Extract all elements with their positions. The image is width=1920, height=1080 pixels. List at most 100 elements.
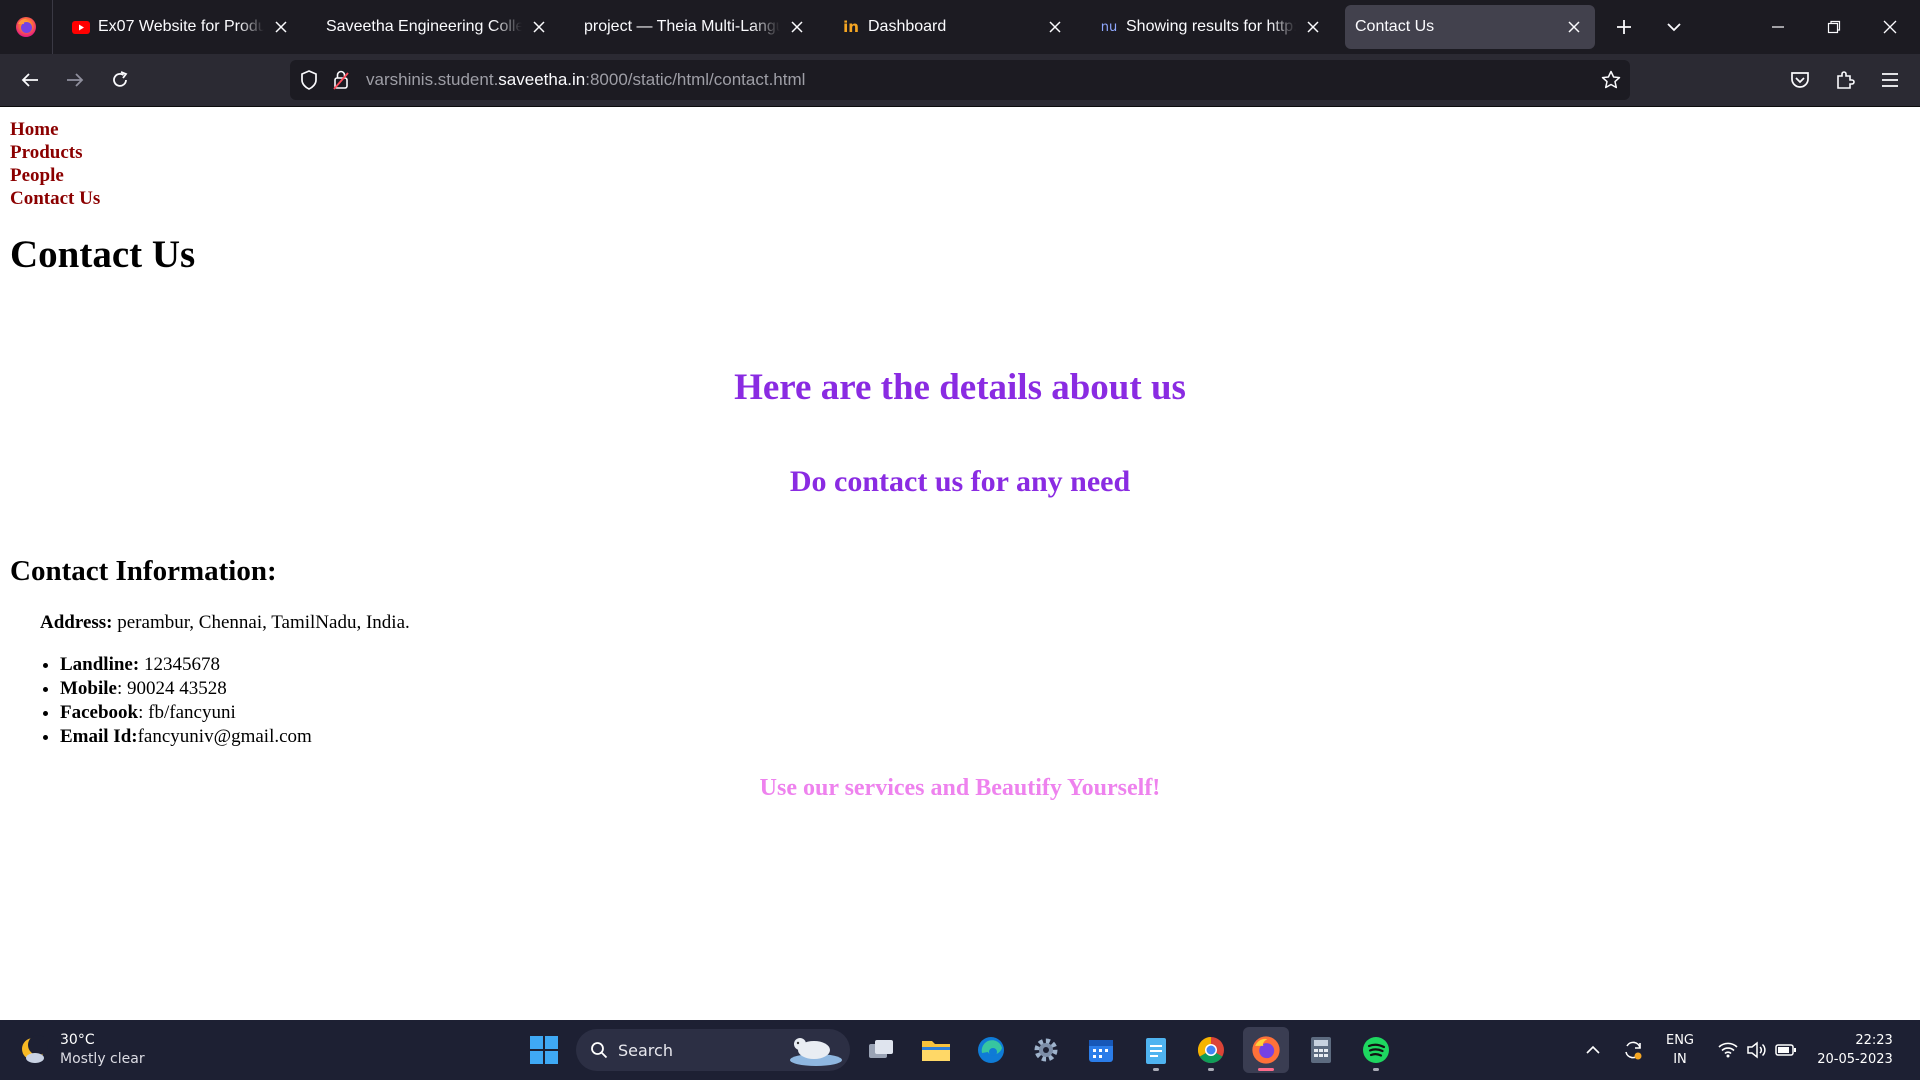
wifi-icon	[1718, 1042, 1738, 1058]
firefox-view-button[interactable]	[0, 0, 52, 54]
facebook-label: Facebook	[60, 702, 139, 723]
web-page: Home Products People Contact Us Contact …	[0, 107, 1920, 1020]
language-indicator[interactable]: ENG IN	[1656, 1020, 1704, 1080]
forward-button[interactable]	[57, 62, 93, 98]
search-label: Search	[618, 1040, 673, 1060]
list-item-email: Email Id:fancyuniv@gmail.com	[60, 725, 312, 749]
youtube-icon	[72, 18, 90, 36]
calculator-button[interactable]	[1298, 1027, 1344, 1073]
contact-subheading: Do contact us for any need	[789, 465, 1131, 498]
close-window-button[interactable]	[1862, 0, 1918, 54]
calculator-icon	[1311, 1037, 1331, 1063]
address-value: perambur, Chennai, TamilNadu, India.	[112, 612, 410, 633]
puzzle-icon	[1837, 71, 1855, 89]
weather-condition: Mostly clear	[60, 1051, 145, 1067]
landline-value: 12345678	[139, 654, 220, 675]
reload-button[interactable]	[102, 62, 138, 98]
back-button[interactable]	[12, 62, 48, 98]
mobile-label: Mobile	[60, 678, 117, 699]
settings-button[interactable]	[1023, 1027, 1069, 1073]
sync-status-button[interactable]	[1618, 1020, 1648, 1080]
contact-list: Landline: 12345678 Mobile: 90024 43528 F…	[60, 653, 312, 749]
tagline: Use our services and Beautify Yourself!	[759, 775, 1161, 801]
plus-icon	[1617, 20, 1631, 34]
hamburger-menu-icon	[1882, 73, 1898, 87]
minimize-icon	[1772, 26, 1784, 28]
tab-title: Contact Us	[1355, 18, 1435, 35]
battery-status[interactable]	[1772, 1020, 1800, 1080]
tab-title: Saveetha Engineering College	[326, 18, 522, 35]
battery-icon	[1775, 1044, 1796, 1056]
windows-logo-icon	[530, 1036, 558, 1064]
landline-label: Landline:	[60, 654, 140, 675]
notepad-button[interactable]	[1133, 1027, 1179, 1073]
wifi-status[interactable]	[1714, 1020, 1742, 1080]
tab-theia[interactable]: project — Theia Multi-Language	[574, 5, 818, 49]
close-icon[interactable]	[270, 16, 292, 38]
active-indicator	[1258, 1068, 1274, 1071]
tab-youtube[interactable]: Ex07 Website for Product Development	[62, 5, 302, 49]
nav-link-home[interactable]: Home	[10, 118, 100, 141]
bookmark-star-icon[interactable]	[1596, 60, 1626, 100]
nu-icon: nu	[1100, 19, 1118, 35]
tab-search-results[interactable]: nu Showing results for http://varshinis	[1090, 5, 1334, 49]
extensions-button[interactable]	[1827, 62, 1863, 98]
url-bar[interactable]: varshinis.student.saveetha.in:8000/stati…	[290, 60, 1630, 100]
taskbar-search[interactable]: Search	[576, 1029, 850, 1071]
pocket-button[interactable]	[1782, 62, 1818, 98]
firefox-taskbar-button[interactable]	[1243, 1027, 1289, 1073]
gear-icon	[1034, 1038, 1058, 1062]
navigation-toolbar: varshinis.student.saveetha.in:8000/stati…	[0, 54, 1920, 106]
lock-warning-icon[interactable]	[326, 60, 356, 100]
clock-time: 22:23	[1855, 1033, 1893, 1048]
page-title: Contact Us	[10, 233, 196, 276]
tab-contact-us[interactable]: Contact Us	[1345, 5, 1595, 49]
sync-icon	[1625, 1041, 1642, 1060]
tab-dashboard[interactable]: in Dashboard	[832, 5, 1076, 49]
tab-title: Dashboard	[868, 18, 947, 35]
calendar-app-button[interactable]	[1078, 1027, 1124, 1073]
show-hidden-icons-button[interactable]	[1578, 1020, 1608, 1080]
edge-button[interactable]	[968, 1027, 1014, 1073]
chrome-button[interactable]	[1188, 1027, 1234, 1073]
tab-saveetha[interactable]: Saveetha Engineering College	[316, 5, 560, 49]
close-icon[interactable]	[528, 16, 550, 38]
task-view-button[interactable]	[858, 1027, 904, 1073]
close-icon[interactable]	[1044, 16, 1066, 38]
reload-icon	[113, 71, 128, 87]
start-button[interactable]	[521, 1027, 567, 1073]
volume-status[interactable]	[1742, 1020, 1770, 1080]
search-icon	[591, 1042, 608, 1059]
restore-button[interactable]	[1806, 0, 1862, 54]
close-icon[interactable]	[786, 16, 808, 38]
weather-widget[interactable]: 30°C Mostly clear	[18, 1026, 145, 1074]
firefox-icon	[1252, 1036, 1280, 1064]
minimize-button[interactable]	[1750, 0, 1806, 54]
url-text[interactable]: varshinis.student.saveetha.in:8000/stati…	[366, 60, 805, 100]
search-highlight-illustration-icon	[790, 1038, 842, 1066]
app-menu-button[interactable]	[1872, 62, 1908, 98]
close-icon[interactable]	[1563, 16, 1585, 38]
in-logo-icon: in	[843, 18, 859, 36]
chevron-down-icon	[1667, 23, 1681, 32]
restore-icon	[1827, 20, 1841, 34]
site-nav: Home Products People Contact Us	[10, 118, 100, 210]
tab-title: Showing results for http://varshinis	[1126, 18, 1296, 35]
nav-link-contact-us[interactable]: Contact Us	[10, 187, 100, 210]
arrow-right-icon	[67, 73, 84, 87]
list-tabs-button[interactable]	[1657, 10, 1691, 44]
nav-link-products[interactable]: Products	[10, 141, 100, 164]
nav-link-people[interactable]: People	[10, 164, 100, 187]
close-icon[interactable]	[1302, 16, 1324, 38]
url-host: saveetha.in	[498, 70, 586, 89]
speaker-icon	[1747, 1041, 1766, 1059]
running-indicator	[1208, 1068, 1214, 1071]
address-label: Address:	[40, 612, 113, 633]
file-explorer-button[interactable]	[913, 1027, 959, 1073]
facebook-value: : fb/fancyuni	[138, 702, 236, 723]
shield-icon[interactable]	[294, 60, 324, 100]
moon-cloud-icon	[22, 1035, 48, 1063]
clock[interactable]: 22:23 20-05-2023	[1812, 1020, 1898, 1080]
new-tab-button[interactable]	[1607, 10, 1641, 44]
spotify-button[interactable]	[1353, 1027, 1399, 1073]
